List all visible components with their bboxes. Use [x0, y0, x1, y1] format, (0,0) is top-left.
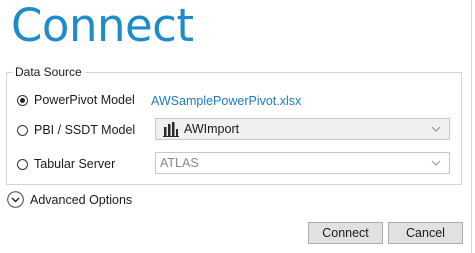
chevron-down-icon — [431, 160, 441, 166]
model-select-value: AWImport — [184, 122, 240, 136]
cancel-button[interactable]: Cancel — [388, 222, 463, 244]
radio-label-tabular: Tabular Server — [34, 157, 116, 171]
dialog-title: Connect — [11, 0, 194, 52]
connect-button[interactable]: Connect — [308, 222, 383, 244]
radio-label-powerpivot: PowerPivot Model — [34, 93, 135, 107]
server-select-value: ATLAS — [160, 156, 199, 170]
radio-button[interactable] — [17, 158, 28, 170]
chevron-down-icon — [431, 126, 441, 132]
advanced-options-label: Advanced Options — [30, 192, 133, 207]
chevron-down-circle-icon[interactable] — [7, 191, 24, 208]
server-select[interactable]: ATLAS — [155, 152, 450, 174]
radio-button-checked[interactable] — [17, 94, 28, 106]
model-select[interactable]: AWImport — [155, 118, 450, 140]
radio-pbi-ssdt-model[interactable]: PBI / SSDT Model — [17, 121, 135, 139]
advanced-options-toggle[interactable]: Advanced Options — [7, 191, 132, 208]
powerbi-model-icon — [163, 122, 179, 137]
radio-tabular-server[interactable]: Tabular Server — [17, 155, 115, 173]
powerpivot-file-name: AWSamplePowerPivot.xlsx — [151, 94, 302, 108]
data-source-legend: Data Source — [15, 65, 82, 79]
radio-powerpivot-model[interactable]: PowerPivot Model — [17, 91, 135, 109]
radio-button[interactable] — [17, 124, 28, 136]
window-edge — [471, 0, 472, 253]
radio-label-pbi-ssdt: PBI / SSDT Model — [34, 123, 136, 137]
